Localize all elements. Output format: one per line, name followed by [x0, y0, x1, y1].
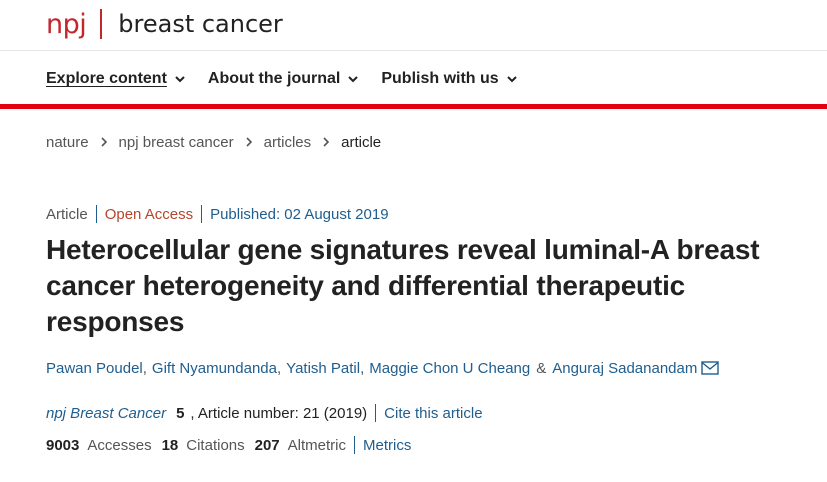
chevron-down-icon	[506, 73, 518, 85]
nav-about-journal[interactable]: About the journal	[208, 70, 359, 88]
meta-divider	[95, 205, 97, 223]
author-separator: ,	[277, 359, 282, 377]
citations-label: Citations	[186, 436, 245, 454]
author-link[interactable]: Maggie Chon U Cheang	[369, 360, 530, 377]
breadcrumb-nature[interactable]: nature	[46, 134, 89, 151]
author-link[interactable]: Gift Nyamundanda	[152, 360, 277, 377]
citation-divider	[375, 404, 377, 422]
nav-about-journal-label: About the journal	[207, 70, 341, 87]
article-metrics: 9003 Accesses 18 Citations 207 Altmetric…	[46, 434, 411, 456]
volume-number: 5	[176, 404, 185, 422]
accesses-label: Accesses	[87, 436, 152, 454]
logo-divider	[100, 9, 103, 39]
author-and: &	[536, 359, 547, 377]
chevron-down-icon	[347, 73, 359, 85]
nav-publish-with-us-label: Publish with us	[381, 70, 499, 87]
breadcrumb-article: article	[341, 133, 382, 151]
mail-icon[interactable]	[701, 361, 720, 375]
accesses-count: 9003	[46, 436, 80, 454]
nav-publish-with-us[interactable]: Publish with us	[381, 70, 517, 88]
breadcrumb-articles[interactable]: articles	[264, 134, 312, 151]
article-meta: Article Open Access Published: 02 August…	[46, 203, 389, 225]
chevron-right-icon	[244, 136, 254, 148]
published-date: Published: 02 August 2019	[210, 205, 389, 223]
cite-this-article-link[interactable]: Cite this article	[384, 405, 482, 422]
open-access-label: Open Access	[104, 205, 194, 223]
article-title: Heterocellular gene signatures reveal lu…	[46, 234, 760, 337]
breadcrumb-npj-breast-cancer[interactable]: npj breast cancer	[119, 134, 234, 151]
npj-logo-text: npj	[46, 8, 87, 40]
altmetric-score: 207	[254, 436, 280, 454]
author-link[interactable]: Pawan Poudel	[46, 360, 143, 377]
chevron-down-icon	[174, 73, 186, 85]
author-link[interactable]: Yatish Patil	[286, 360, 360, 377]
journal-link[interactable]: npj Breast Cancer	[46, 405, 166, 422]
citation-line: npj Breast Cancer 5 , Article number: 21…	[46, 402, 483, 424]
chevron-right-icon	[321, 136, 331, 148]
author-list: Pawan Poudel, Gift Nyamundanda, Yatish P…	[46, 357, 720, 379]
chevron-right-icon	[99, 136, 109, 148]
journal-logo[interactable]: npj breast cancer	[46, 6, 283, 42]
metrics-link[interactable]: Metrics	[363, 437, 411, 454]
nav-explore-content-label: Explore content	[46, 70, 167, 87]
nav-explore-content[interactable]: Explore content	[46, 70, 186, 88]
main-nav: Explore content About the journal Publis…	[46, 64, 540, 94]
breadcrumb: nature npj breast cancer articles articl…	[46, 131, 381, 153]
article-number: , Article number: 21 (2019)	[190, 404, 368, 422]
author-separator: ,	[360, 359, 365, 377]
citations-count: 18	[161, 436, 179, 454]
header-accent-bar	[0, 104, 827, 109]
journal-name: breast cancer	[118, 10, 283, 38]
author-link[interactable]: Anguraj Sadanandam	[552, 360, 697, 377]
metrics-divider	[354, 436, 355, 454]
article-type: Article	[46, 205, 88, 223]
altmetric-label: Altmetric	[287, 436, 346, 454]
author-separator: ,	[142, 359, 147, 377]
meta-divider	[201, 205, 203, 223]
header-divider	[0, 50, 827, 51]
